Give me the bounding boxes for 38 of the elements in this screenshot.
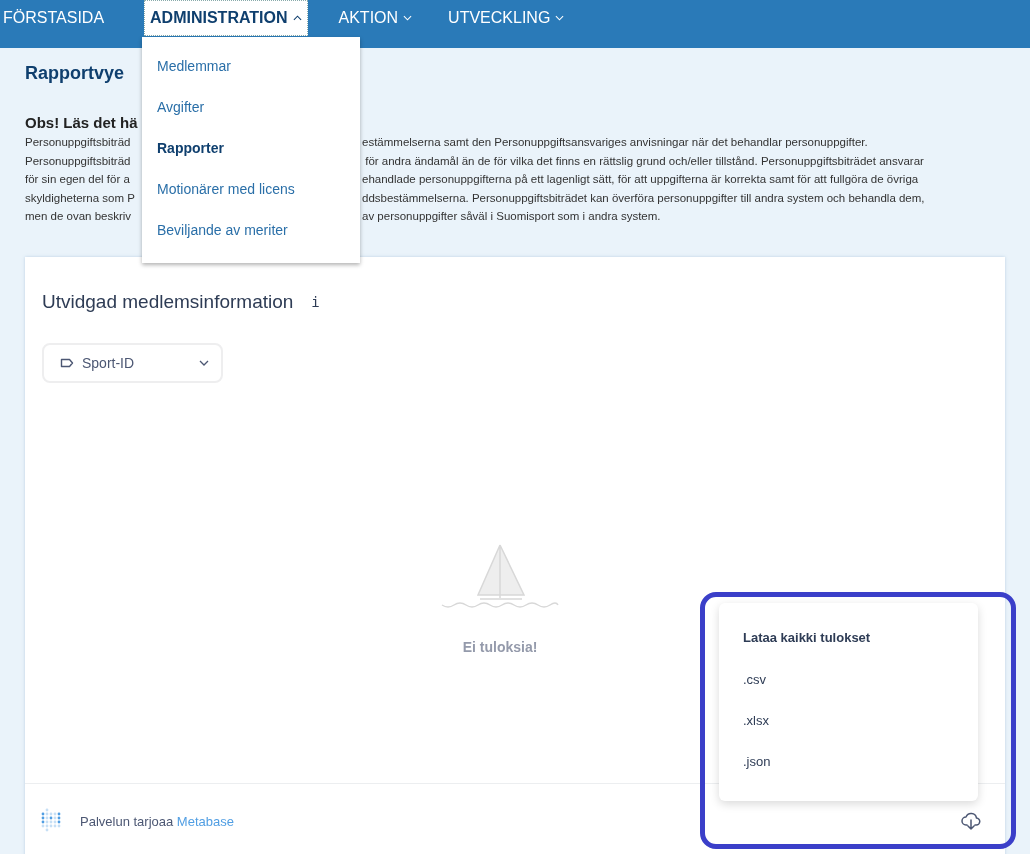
notice-text: ehandlade personuppgifterna på ett lagenligt sätt, för att uppgifterna är korrekta samt för att fullgöra de övriga: [362, 172, 919, 187]
popover-title: Lataa kaikki tulokset: [743, 629, 872, 647]
powered-by-text: Palvelun tarjoaa Metabase: [80, 813, 235, 829]
notice-text: skyldigheterna som P: [25, 191, 135, 204]
info-icon[interactable]: i: [311, 293, 320, 310]
filter-dropdown[interactable]: Sport-ID: [42, 342, 223, 383]
notice-text: av personuppgifter såväl i Suomisport som i andra system.: [362, 209, 661, 224]
card-title: Utvidgad medlemsinformation: [42, 290, 294, 313]
download-format-option[interactable]: .json: [743, 753, 978, 795]
download-icon[interactable]: [961, 812, 981, 830]
notice-text: Personuppgiftsbiträd: [25, 136, 131, 148]
page-title: Rapportvye: [25, 62, 125, 85]
caret-up-icon: [292, 15, 302, 21]
logo-icon: [41, 808, 63, 834]
notice-title: Obs! Läs det hä: [25, 114, 138, 132]
notice-text: men de ovan beskriv: [25, 210, 132, 222]
notice-text: estämmelserna samt den Personuppgiftsansvariges anvisningar när det behandlar personuppgifter.: [362, 135, 868, 150]
dropdown-menu-item[interactable]: Beviljande av meriter: [142, 222, 360, 263]
dropdown-menu-item[interactable]: Rapporter: [142, 140, 360, 181]
download-format-option[interactable]: .xlsx: [743, 712, 978, 754]
nav-menu-item[interactable]: AKTION: [333, 0, 418, 36]
chevron-down-icon: [199, 359, 209, 366]
notice-text: ddsbestämmelserna. Personuppgiftsbiträdet kan överföra personuppgifter till andra system och behandla dem,: [362, 190, 925, 206]
notice-text: för sin egen del för a: [25, 173, 130, 185]
caret-down-icon: [403, 15, 413, 21]
metabase-link[interactable]: Metabase: [176, 813, 234, 829]
notice-text: för andra ändamål än de för vilka det finns en rättslig grund och/eller tillstånd. Personuppgiftsbiträdet ansvarar: [364, 153, 924, 169]
nav-menu-item[interactable]: FÖRSTASIDA: [0, 0, 110, 36]
dropdown-menu-item[interactable]: Avgifter: [142, 99, 360, 140]
nav-menu-item[interactable]: UTVECKLING: [443, 0, 570, 36]
nav-menu-item[interactable]: ADMINISTRATION: [144, 0, 308, 36]
notice-text: Personuppgiftsbiträd: [25, 154, 131, 167]
tag-icon: [60, 357, 74, 368]
dropdown-menu-item[interactable]: Motionärer med licens: [142, 181, 360, 222]
dropdown-menu-item[interactable]: Medlemmar: [142, 58, 360, 99]
download-format-option[interactable]: .csv: [743, 671, 978, 713]
caret-down-icon: [555, 15, 565, 21]
empty-state-message: Ei tuloksia!: [462, 638, 538, 655]
